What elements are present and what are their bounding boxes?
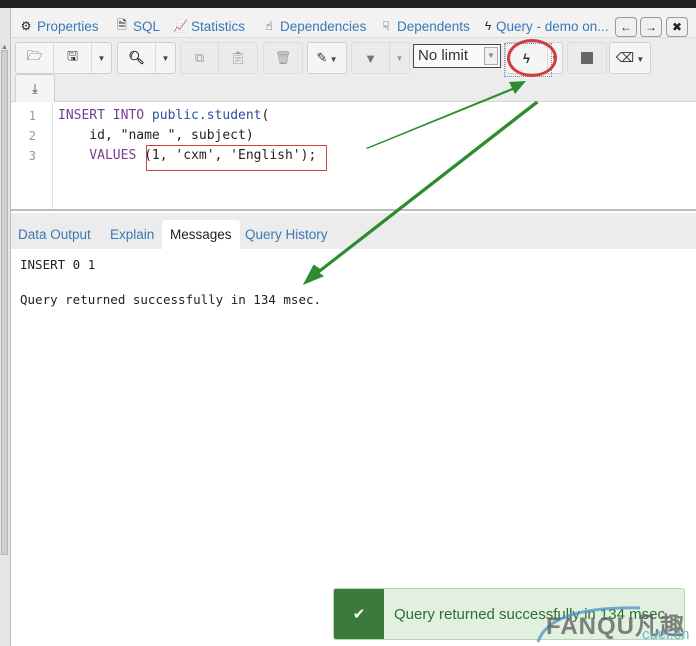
message-line: Query returned successfully in 134 msec. [20, 292, 322, 307]
trash-icon: 🗑︎ [274, 50, 292, 65]
code-line-2: id, "name ", subject) [58, 128, 254, 143]
line-number: 2 [28, 129, 36, 143]
tab-back-button[interactable]: ← [615, 17, 637, 37]
save-button[interactable]: 🖫 [54, 43, 92, 73]
eraser-icon: ⌫ ▼ [615, 50, 645, 65]
check-icon: ✔ [334, 589, 384, 639]
paste-button[interactable]: 📋︎ [219, 43, 257, 73]
save-dropdown[interactable]: ▼ [92, 43, 111, 73]
clear-group: ⌫ ▼ [609, 42, 651, 74]
edit-icon: ✎ ▼ [316, 50, 338, 65]
tab-statistics[interactable]: 📈 Statistics [173, 17, 245, 35]
caret-down-icon: ▼ [161, 53, 170, 63]
tab-dependents[interactable]: ☟ Dependents [379, 17, 469, 35]
tab-explain[interactable]: Explain [110, 227, 154, 242]
hand-up-icon: ☝ [265, 19, 273, 33]
clear-button[interactable]: ⌫ ▼ [610, 43, 650, 73]
tab-dependencies[interactable]: ☝ Dependencies [262, 17, 366, 35]
hand-down-icon: ☟ [382, 19, 390, 33]
stop-icon [581, 52, 593, 64]
filter-button[interactable]: ▼ [352, 43, 390, 73]
gears-icon: ⚙ [20, 19, 32, 33]
tab-query[interactable]: ϟ Query - demo on... [484, 17, 609, 35]
arrow-left-icon: ← [620, 20, 632, 34]
tab-sql[interactable]: 🗎 SQL [115, 17, 160, 35]
success-toast[interactable]: ✔ Query returned successfully in 134 mse… [333, 588, 685, 640]
stop-group [567, 42, 607, 74]
line-chart-icon: 📈 [173, 19, 188, 33]
paste-icon: 📋︎ [229, 50, 247, 65]
scrollbar-thumb[interactable] [1, 50, 8, 555]
delete-group: 🗑︎ [263, 42, 303, 74]
tab-data-output[interactable]: Data Output [18, 227, 91, 242]
copy-icon: ⧉ [194, 50, 205, 65]
find-dropdown[interactable]: ▼ [156, 43, 175, 73]
row-limit-select[interactable]: No limit ▼ [413, 44, 501, 68]
line-number: 1 [28, 109, 36, 123]
code-line-1: INSERT INTO public.student( [58, 108, 270, 123]
download-icon: ⤓ [32, 81, 38, 96]
download-button[interactable]: ⤓ [16, 75, 54, 102]
copy-button[interactable]: ⧉ [181, 43, 219, 73]
edit-button[interactable]: ✎ ▼ [308, 43, 346, 73]
delete-button[interactable]: 🗑︎ [264, 43, 302, 73]
tab-forward-button[interactable]: → [640, 17, 662, 37]
annotation-box [146, 145, 327, 171]
stop-button[interactable] [568, 43, 606, 73]
tab-close-button[interactable]: ✖ [666, 17, 688, 37]
select-arrow-icon[interactable]: ▼ [484, 47, 498, 65]
annotation-circle [507, 39, 557, 77]
message-line: INSERT 0 1 [20, 257, 96, 272]
clipboard-group: ⧉ 📋︎ [180, 42, 258, 74]
filter-dropdown[interactable]: ▼ [390, 43, 409, 73]
caret-down-icon: ▼ [395, 53, 404, 63]
caret-down-icon: ▼ [97, 53, 106, 63]
sql-editor[interactable]: 1 2 3 INSERT INTO public.student( id, "n… [11, 103, 696, 211]
filter-icon: ▼ [364, 50, 377, 66]
query-toolbar: 🗁 🖫 ▼ 🔍︎ ▼ ⧉ 📋︎ 🗑︎ ✎ ▼ ▼ ▼ No limit ▼ ϟ … [11, 38, 696, 102]
file-text-icon: 🗎 [117, 17, 127, 32]
save-icon: 🖫 [66, 48, 79, 63]
window-top-strip [0, 0, 696, 8]
open-file-button[interactable]: 🗁 [16, 43, 54, 73]
tab-messages[interactable]: Messages [162, 220, 240, 249]
open-folder-icon: 🗁 [26, 48, 43, 63]
object-tab-bar: ⚙ Properties 🗎 SQL 📈 Statistics ☝ Depend… [11, 8, 696, 38]
download-group: ⤓ [15, 74, 55, 102]
filter-group: ▼ ▼ [351, 42, 410, 74]
toast-message: Query returned successfully in 134 msec. [394, 605, 670, 623]
bolt-icon: ϟ [484, 19, 492, 33]
close-icon: ✖ [671, 20, 683, 34]
edit-group: ✎ ▼ [307, 42, 347, 74]
line-number: 3 [28, 149, 36, 163]
find-button[interactable]: 🔍︎ [118, 43, 156, 73]
find-group: 🔍︎ ▼ [117, 42, 176, 74]
tab-query-history[interactable]: Query History [245, 227, 328, 242]
arrow-right-icon: → [645, 20, 657, 34]
result-tab-bar: Data Output Explain Messages Query Histo… [11, 213, 696, 249]
left-scrollbar[interactable]: ▲ [0, 8, 11, 646]
search-icon: 🔍︎ [128, 50, 145, 65]
line-numbers: 1 2 3 [11, 103, 53, 209]
file-group: 🗁 🖫 ▼ [15, 42, 112, 74]
tab-properties[interactable]: ⚙ Properties [19, 17, 99, 35]
